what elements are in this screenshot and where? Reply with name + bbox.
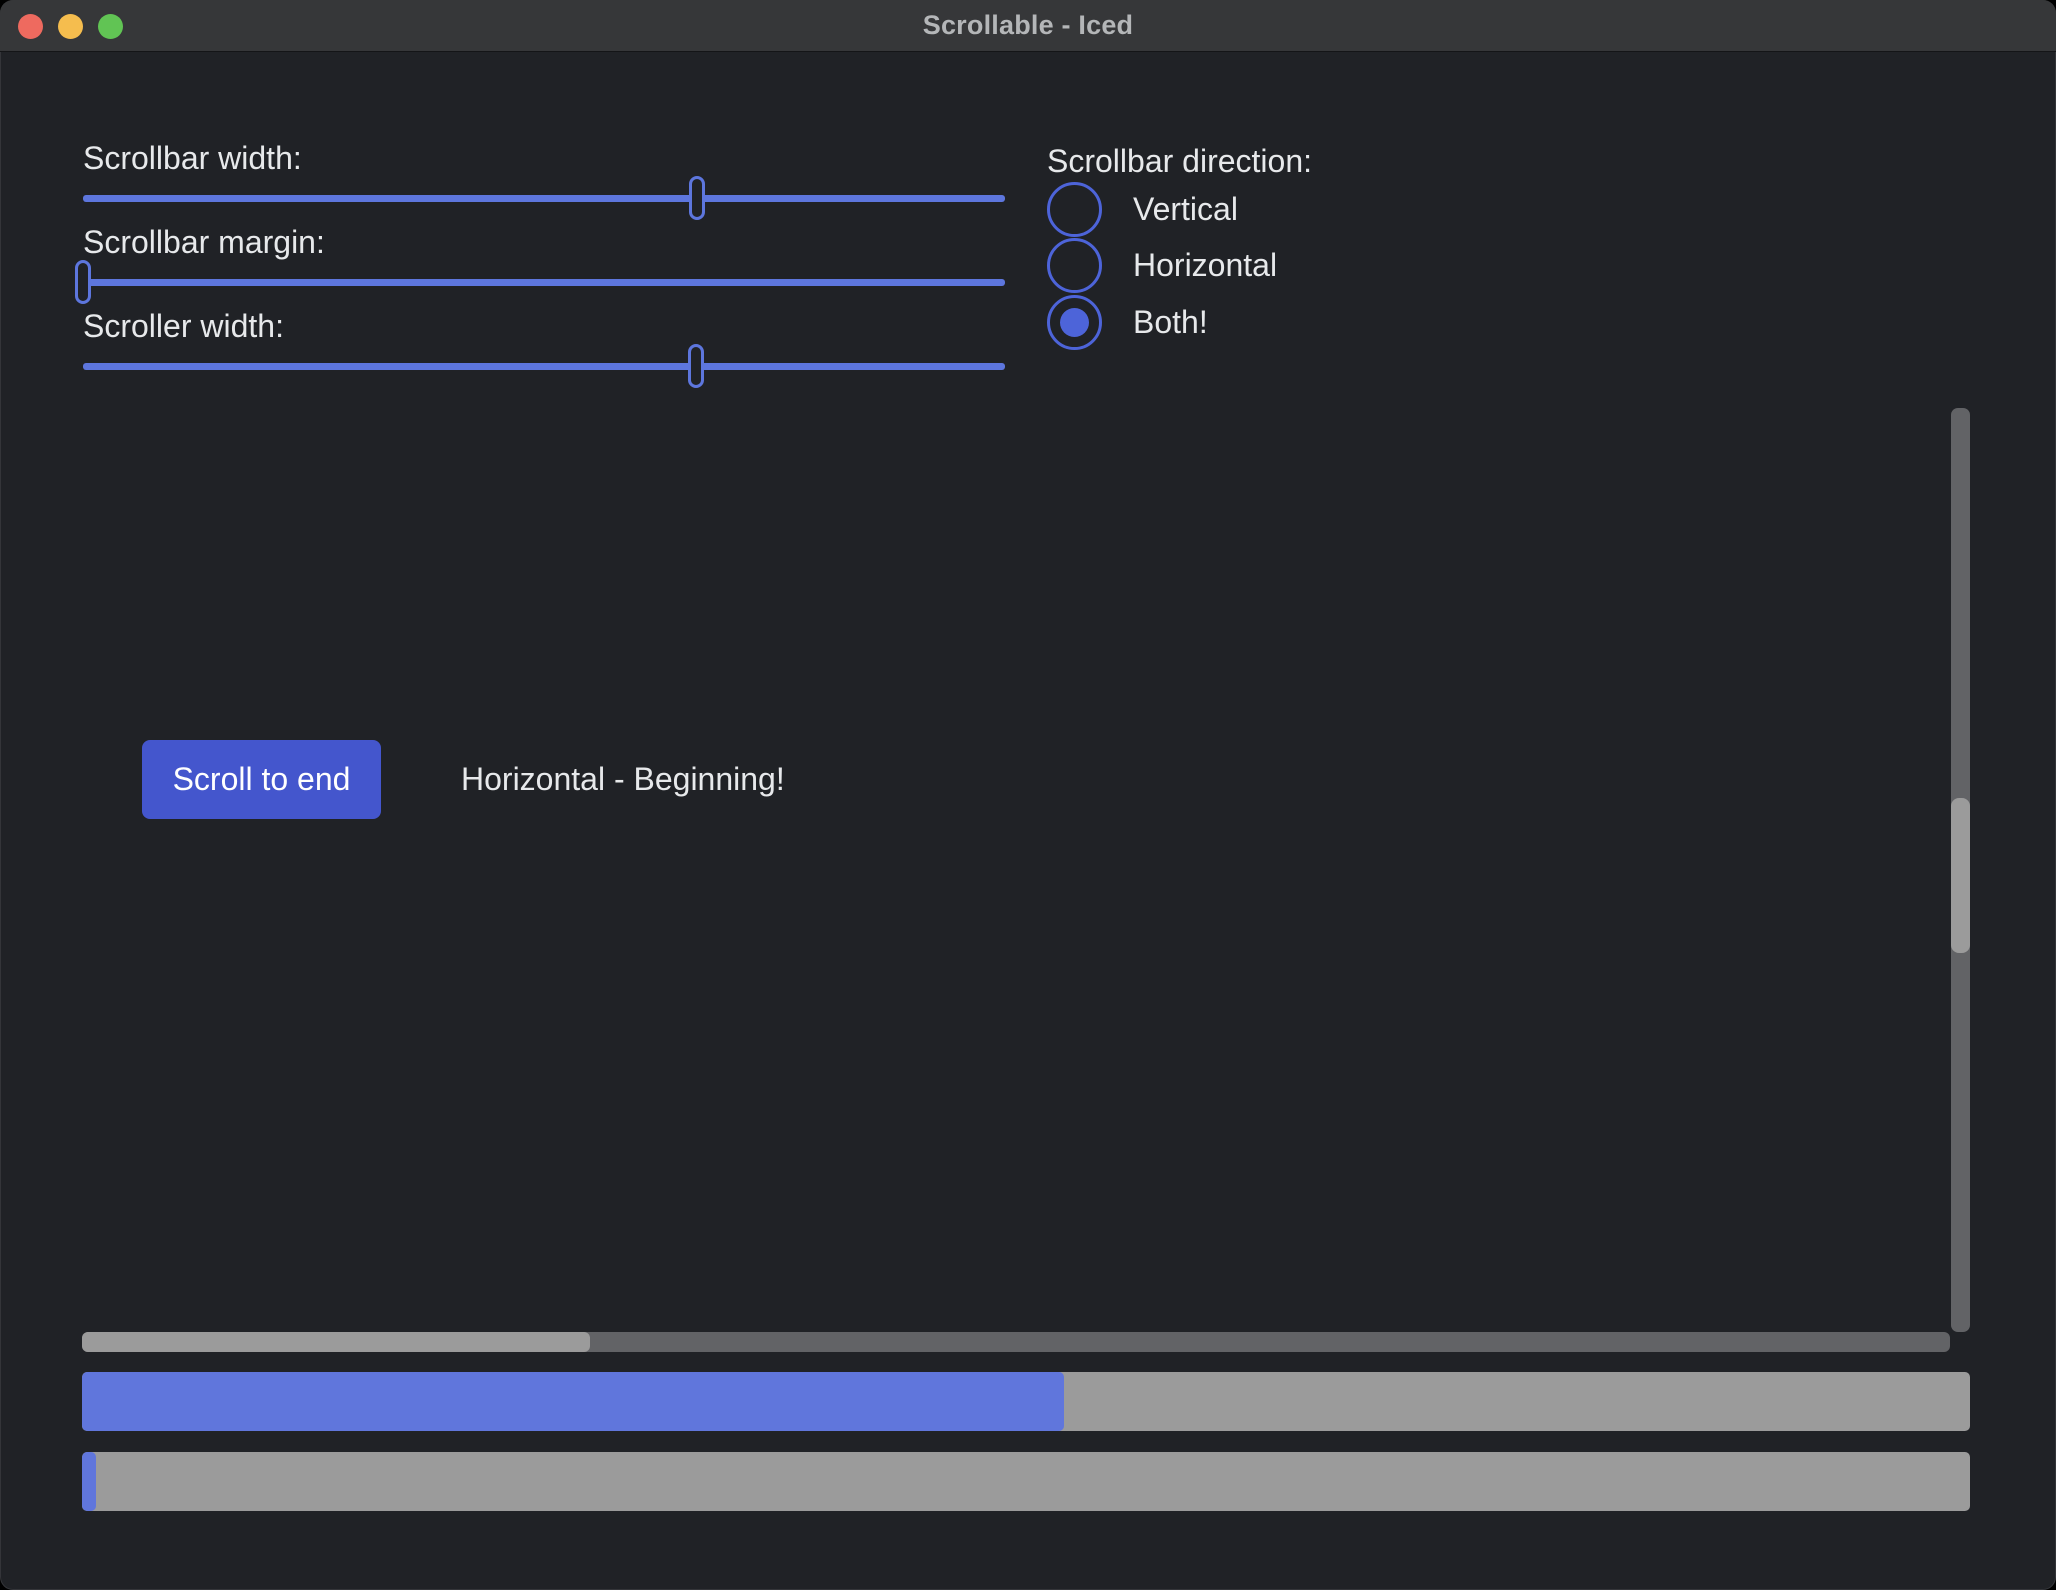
vertical-scrollbar-track[interactable]: [1951, 408, 1970, 1332]
zoom-button[interactable]: [98, 14, 123, 39]
progress-fill: [82, 1452, 96, 1511]
horizontal-scrollbar-thumb[interactable]: [82, 1332, 590, 1352]
titlebar[interactable]: Scrollable - Iced: [0, 0, 2056, 52]
slider-handle[interactable]: [688, 344, 704, 388]
app-window: Scrollable - Iced Scrollbar width: Scrol…: [0, 0, 2056, 1590]
slider-handle[interactable]: [75, 260, 91, 304]
radio-vertical[interactable]: Vertical: [1047, 182, 1312, 237]
window-title: Scrollable - Iced: [923, 10, 1133, 41]
horizontal-scroll-progress-bar: [82, 1452, 1970, 1511]
minimize-button[interactable]: [58, 14, 83, 39]
radio-horizontal-label: Horizontal: [1133, 247, 1277, 284]
slider-handle[interactable]: [689, 176, 705, 220]
scroller-width-slider[interactable]: [83, 344, 1005, 388]
radio-both-label: Both!: [1133, 304, 1208, 341]
slider-rail[interactable]: [83, 195, 1005, 202]
radio-circle-icon[interactable]: [1047, 182, 1102, 237]
traffic-lights: [0, 0, 123, 52]
radio-circle-icon[interactable]: [1047, 238, 1102, 293]
close-button[interactable]: [18, 14, 43, 39]
scroller-width-label: Scroller width:: [83, 308, 284, 345]
progress-fill: [82, 1372, 1064, 1431]
radio-horizontal[interactable]: Horizontal: [1047, 238, 1312, 293]
scrollbar-width-label: Scrollbar width:: [83, 140, 302, 177]
scrollbar-margin-label: Scrollbar margin:: [83, 224, 325, 261]
scrollbar-direction-label: Scrollbar direction:: [1047, 143, 1312, 180]
scroll-status-text: Horizontal - Beginning!: [461, 740, 785, 819]
vertical-scrollbar-thumb[interactable]: [1951, 798, 1970, 953]
vertical-scroll-progress-bar: [82, 1372, 1970, 1431]
radio-both[interactable]: Both!: [1047, 295, 1312, 350]
radio-circle-icon[interactable]: [1047, 295, 1102, 350]
scrollbar-width-slider[interactable]: [83, 176, 1005, 220]
scrollbar-margin-slider[interactable]: [83, 260, 1005, 304]
radio-vertical-label: Vertical: [1133, 191, 1238, 228]
scroll-to-end-button[interactable]: Scroll to end: [142, 740, 381, 819]
slider-rail[interactable]: [83, 279, 1005, 286]
horizontal-scrollbar-track[interactable]: [82, 1332, 1950, 1352]
slider-rail[interactable]: [83, 363, 1005, 370]
scrollbar-direction-group: Scrollbar direction: Vertical Horizontal…: [1047, 143, 1312, 350]
